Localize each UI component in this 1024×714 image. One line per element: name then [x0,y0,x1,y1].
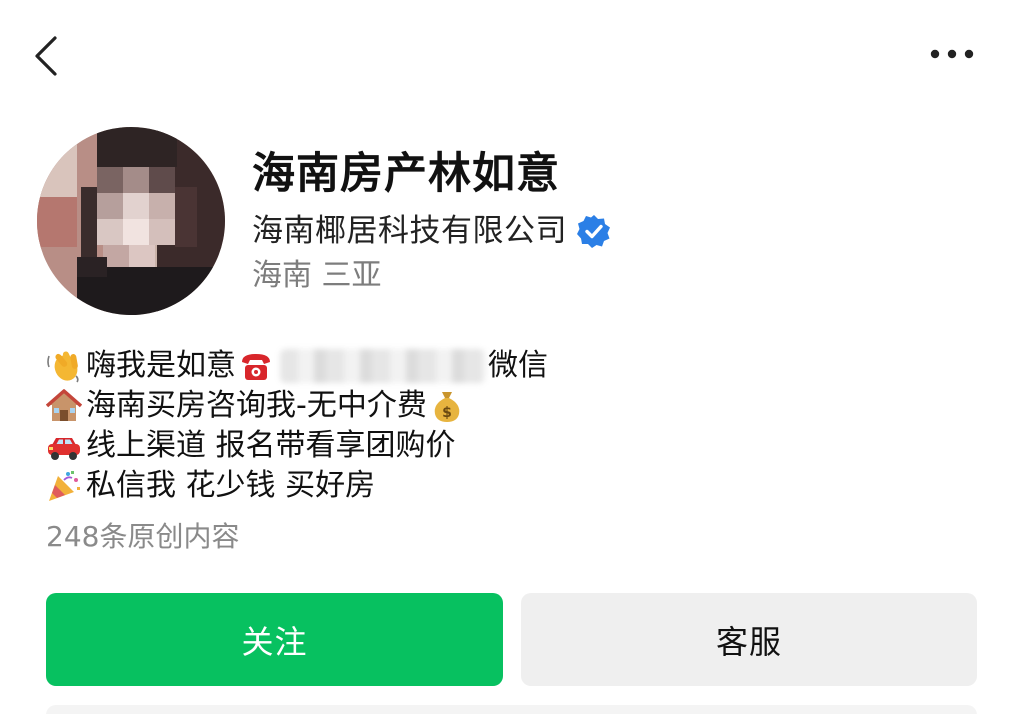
bio-line-4: 私信我 花少钱 买好房 [44,466,984,506]
bio-line-1-end: 微信 [488,348,548,383]
bio: 嗨我是如意 微信 海南买房咨询我-无中介费 $ 线上渠道 报名带看享团购价 私信… [44,346,984,506]
bio-line-2: 海南买房咨询我-无中介费 $ [44,386,984,426]
bio-line-4-text: 私信我 花少钱 买好房 [86,468,376,503]
avatar[interactable] [37,127,225,315]
bio-line-1: 嗨我是如意 微信 [44,346,984,386]
avatar-image [37,127,225,315]
original-post-count[interactable]: 248条原创内容 [46,516,239,558]
ellipsis-horizontal-icon [930,49,974,59]
chevron-left-icon [35,36,57,76]
waving-hand-icon [44,346,84,386]
profile-name: 海南房产林如意 [252,149,560,199]
redacted-phone-number [280,349,486,383]
bottom-card-edge [46,705,977,714]
company-name: 海南椰居科技有限公司 [252,213,567,249]
bio-line-1-start: 嗨我是如意 [86,348,236,383]
bio-line-3-text: 线上渠道 报名带看享团购价 [86,428,456,463]
location-label: 海南 三亚 [252,258,382,293]
back-button[interactable] [24,30,68,82]
more-button[interactable] [924,36,980,72]
house-icon [44,386,84,426]
company-row[interactable]: 海南椰居科技有限公司 [252,208,611,254]
follow-button[interactable]: 关注 [46,593,503,686]
bio-line-3: 线上渠道 报名带看享团购价 [44,426,984,466]
customer-service-button[interactable]: 客服 [521,593,977,686]
car-icon [44,426,84,466]
profile-page: 海南房产林如意 海南椰居科技有限公司 海南 三亚 嗨我是如意 微信 海南买房咨询… [0,0,1024,714]
svg-text:$: $ [442,405,452,421]
bio-line-2-text: 海南买房咨询我-无中介费 [86,388,427,423]
party-popper-icon [44,466,84,506]
telephone-icon [236,346,276,386]
verified-badge-icon [577,214,611,248]
money-bag-icon: $ [427,386,467,426]
